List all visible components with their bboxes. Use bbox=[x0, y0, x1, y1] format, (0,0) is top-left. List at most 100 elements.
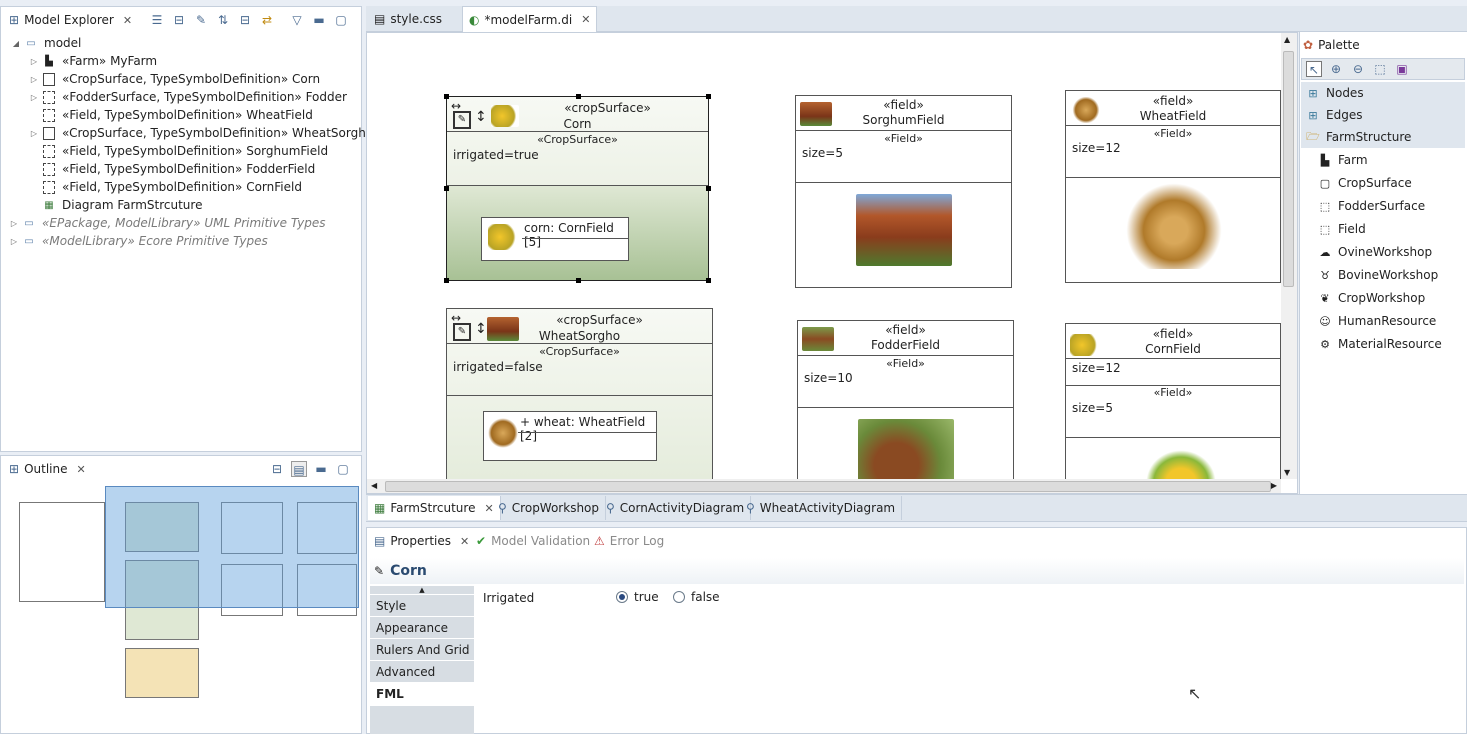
tree-item-wheatsorgho[interactable]: ▷ «CropSurface, TypeSymbolDefinition» Wh… bbox=[27, 124, 373, 142]
palette-drawer-nodes[interactable]: ⊞ Nodes bbox=[1301, 82, 1465, 104]
tree-item-wheatfield[interactable]: «Field, TypeSymbolDefinition» WheatField bbox=[27, 106, 313, 124]
tree-item-sorghumfield[interactable]: «Field, TypeSymbolDefinition» SorghumFie… bbox=[27, 142, 328, 160]
node-fodderfield[interactable]: «field» FodderField «Field» size=10 bbox=[797, 320, 1014, 493]
tab-modelfarm-di[interactable]: ◐ *modelFarm.di ✕ bbox=[462, 6, 598, 32]
selection-handle[interactable] bbox=[706, 278, 711, 283]
tree-icon[interactable]: ⊟ bbox=[171, 12, 187, 28]
collapsed-icon[interactable]: ▷ bbox=[7, 237, 21, 246]
palette-item-ovineworkshop[interactable]: ☁ OvineWorkshop bbox=[1303, 241, 1463, 263]
scroll-left-icon[interactable]: ◀ bbox=[371, 481, 377, 490]
selection-handle[interactable] bbox=[576, 278, 581, 283]
overview-icon[interactable]: ▤ bbox=[291, 461, 307, 477]
outline-overview[interactable] bbox=[3, 484, 359, 698]
scroll-thumb[interactable] bbox=[385, 481, 1271, 492]
collapse-all-icon[interactable]: ⊟ bbox=[237, 12, 253, 28]
node-wheatsorgho[interactable]: ↔ ✎ ↕ «cropSurface» WheatSorgho «CropSur… bbox=[446, 308, 713, 493]
diagram-canvas[interactable]: ↔ ✎ ↕ «cropSurface» Corn «CropSurface» i… bbox=[366, 32, 1298, 494]
tree-item-uml-primitive-types[interactable]: ▷ ▭ «EPackage, ModelLibrary» UML Primiti… bbox=[7, 214, 326, 232]
radio-selected-icon[interactable] bbox=[616, 591, 628, 603]
node-corn[interactable]: ↔ ✎ ↕ «cropSurface» Corn «CropSurface» i… bbox=[444, 94, 711, 283]
section-fml[interactable]: FML bbox=[370, 683, 474, 705]
tab-cornactivitydiagram[interactable]: ⚲ CornActivityDiagram bbox=[600, 496, 752, 520]
minimize-icon[interactable]: ▬ bbox=[311, 12, 327, 28]
close-icon[interactable]: ✕ bbox=[76, 463, 85, 476]
tree-item-corn[interactable]: ▷ «CropSurface, TypeSymbolDefinition» Co… bbox=[27, 70, 320, 88]
tab-farmstrcuture[interactable]: ▦ FarmStrcuture ✕ bbox=[368, 496, 501, 520]
link-editor-icon[interactable]: ⇄ bbox=[259, 12, 275, 28]
tree-item-model[interactable]: ◢ ▭ model bbox=[9, 34, 81, 52]
edit-icon[interactable]: ✎ bbox=[193, 12, 209, 28]
tab-model-validation[interactable]: ✔ Model Validation bbox=[470, 528, 596, 554]
tree-item-myfarm[interactable]: ▷ ▙ «Farm» MyFarm bbox=[27, 52, 157, 70]
marquee-icon[interactable]: ⬚ bbox=[1372, 61, 1388, 77]
scroll-down-icon[interactable]: ▼ bbox=[1284, 468, 1290, 477]
tree-item-fodder[interactable]: ▷ «FodderSurface, TypeSymbolDefinition» … bbox=[27, 88, 347, 106]
palette-item-cropsurface[interactable]: ▢ CropSurface bbox=[1303, 172, 1463, 194]
zoom-in-icon[interactable]: ⊕ bbox=[1328, 61, 1344, 77]
selection-handle[interactable] bbox=[706, 94, 711, 99]
tree-item-fodderfield[interactable]: «Field, TypeSymbolDefinition» FodderFiel… bbox=[27, 160, 315, 178]
section-advanced[interactable]: Advanced bbox=[370, 661, 474, 683]
tree-item-cornfield[interactable]: «Field, TypeSymbolDefinition» CornField bbox=[27, 178, 302, 196]
selection-handle[interactable] bbox=[444, 94, 449, 99]
tab-cropworkshop[interactable]: ⚲ CropWorkshop bbox=[492, 496, 607, 520]
model-explorer-tab[interactable]: ⊞ Model Explorer ✕ bbox=[3, 7, 139, 33]
tab-style-css[interactable]: ▤ style.css bbox=[368, 6, 448, 32]
tab-error-log[interactable]: ⚠ Error Log bbox=[588, 528, 670, 554]
section-rulers-and-grid[interactable]: Rulers And Grid bbox=[370, 639, 474, 661]
tab-wheatactivitydiagram[interactable]: ⚲ WheatActivityDiagram bbox=[740, 496, 903, 520]
vertical-scrollbar[interactable]: ▲ ▼ bbox=[1281, 33, 1297, 479]
selection-handle[interactable] bbox=[444, 278, 449, 283]
sort-icon[interactable]: ⇅ bbox=[215, 12, 231, 28]
scroll-thumb[interactable] bbox=[1283, 51, 1294, 287]
palette-drawer-edges[interactable]: ⊞ Edges bbox=[1301, 104, 1465, 126]
palette-item-materialresource[interactable]: ⚙ MaterialResource bbox=[1303, 333, 1463, 355]
scroll-right-icon[interactable]: ▶ bbox=[1271, 481, 1277, 490]
node-wheatfield[interactable]: «field» WheatField «Field» size=12 bbox=[1065, 90, 1281, 283]
collapsed-icon[interactable]: ▷ bbox=[27, 129, 41, 138]
palette-item-humanresource[interactable]: ☺ HumanResource bbox=[1303, 310, 1463, 332]
radio-true[interactable]: true bbox=[616, 590, 659, 604]
collapsed-icon[interactable]: ▷ bbox=[27, 93, 41, 102]
palette-drawer-farmstructure[interactable]: 🗁 FarmStructure bbox=[1301, 126, 1465, 148]
selection-handle[interactable] bbox=[706, 186, 711, 191]
sections-scroll-up-icon[interactable]: ▲ bbox=[370, 586, 474, 594]
close-icon[interactable]: ✕ bbox=[581, 13, 590, 26]
collapsed-icon[interactable]: ▷ bbox=[27, 75, 41, 84]
stereotype-tool-icon[interactable]: ▣ bbox=[1394, 61, 1410, 77]
collapsed-icon[interactable]: ▷ bbox=[7, 219, 21, 228]
node-sorghumfield[interactable]: «field» SorghumField «Field» size=5 bbox=[795, 95, 1012, 288]
selection-handle[interactable] bbox=[576, 94, 581, 99]
outline-tab[interactable]: ⊞ Outline ✕ bbox=[3, 456, 92, 482]
horizontal-scrollbar[interactable]: ◀ ▶ bbox=[367, 479, 1281, 493]
select-tool-icon[interactable]: ↖ bbox=[1306, 61, 1322, 77]
section-appearance[interactable]: Appearance bbox=[370, 617, 474, 639]
maximize-icon[interactable]: ▢ bbox=[335, 461, 351, 477]
tree-view-icon[interactable]: ⊟ bbox=[269, 461, 285, 477]
view-menu-icon[interactable]: ▽ bbox=[289, 12, 305, 28]
tab-properties[interactable]: ▤ Properties ✕ bbox=[368, 528, 476, 554]
node-cornfield[interactable]: «field» CornField size=12 «Field» size=5 bbox=[1065, 323, 1281, 493]
maximize-icon[interactable]: ▢ bbox=[333, 12, 349, 28]
list-icon[interactable]: ☰ bbox=[149, 12, 165, 28]
palette-item-cropworkshop[interactable]: ❦ CropWorkshop bbox=[1303, 287, 1463, 309]
palette-item-field[interactable]: ⬚ Field bbox=[1303, 218, 1463, 240]
expanded-icon[interactable]: ◢ bbox=[9, 39, 23, 48]
zoom-out-icon[interactable]: ⊖ bbox=[1350, 61, 1366, 77]
collapsed-icon[interactable]: ▷ bbox=[27, 57, 41, 66]
palette-item-bovineworkshop[interactable]: ♉ BovineWorkshop bbox=[1303, 264, 1463, 286]
tree-item-ecore-primitive-types[interactable]: ▷ ▭ «ModelLibrary» Ecore Primitive Types bbox=[7, 232, 268, 250]
radio-unselected-icon[interactable] bbox=[673, 591, 685, 603]
viewport-highlight[interactable] bbox=[105, 486, 359, 608]
close-icon[interactable]: ✕ bbox=[460, 535, 469, 548]
palette-item-farm[interactable]: ▙ Farm bbox=[1303, 149, 1463, 171]
part-corn[interactable]: corn: CornField [5] bbox=[481, 217, 629, 261]
palette-item-foddersurface[interactable]: ⬚ FodderSurface bbox=[1303, 195, 1463, 217]
radio-false[interactable]: false bbox=[673, 590, 720, 604]
tree-item-diagram[interactable]: ▦ Diagram FarmStrcuture bbox=[27, 196, 202, 214]
selection-handle[interactable] bbox=[444, 186, 449, 191]
minimize-icon[interactable]: ▬ bbox=[313, 461, 329, 477]
part-wheat[interactable]: + wheat: WheatField [2] bbox=[483, 411, 657, 461]
close-icon[interactable]: ✕ bbox=[123, 14, 132, 27]
section-style[interactable]: Style bbox=[370, 595, 474, 617]
